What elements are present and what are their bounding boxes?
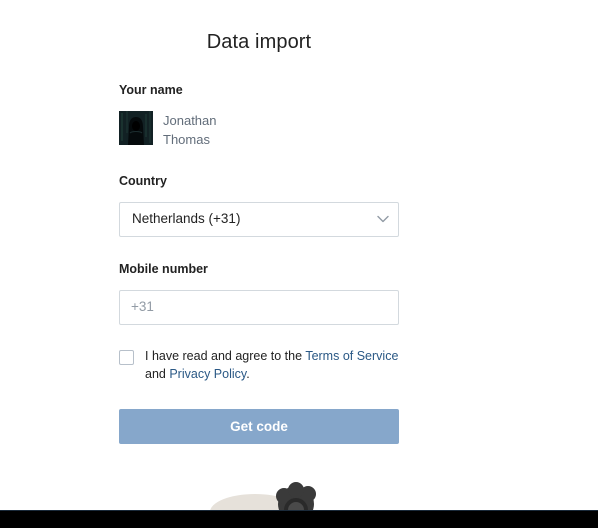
decorative-illustration-icon bbox=[210, 482, 316, 510]
mobile-number-input[interactable] bbox=[131, 299, 381, 314]
country-label: Country bbox=[119, 174, 167, 188]
agreement-text: I have read and agree to the Terms of Se… bbox=[145, 347, 425, 383]
avatar bbox=[119, 111, 153, 145]
your-name-label: Your name bbox=[119, 83, 183, 97]
agree-checkbox[interactable] bbox=[119, 350, 134, 365]
first-name: Jonathan bbox=[163, 113, 217, 128]
hooded-figure-icon bbox=[119, 111, 153, 145]
get-code-button[interactable]: Get code bbox=[119, 409, 399, 444]
chevron-down-icon bbox=[377, 215, 389, 223]
profile-name: Jonathan Thomas bbox=[163, 111, 217, 149]
illustration bbox=[210, 480, 340, 510]
privacy-policy-link[interactable]: Privacy Policy bbox=[169, 367, 246, 381]
agreement-text-middle: and bbox=[145, 367, 166, 381]
taskbar bbox=[0, 510, 598, 528]
mobile-number-field[interactable] bbox=[119, 290, 399, 325]
agreement-text-before: I have read and agree to the bbox=[145, 349, 303, 363]
data-import-page: Data import Your name Jonathan Thomas Co… bbox=[0, 0, 598, 528]
last-name: Thomas bbox=[163, 132, 210, 147]
mobile-number-label: Mobile number bbox=[119, 262, 208, 276]
terms-of-service-link[interactable]: Terms of Service bbox=[305, 349, 398, 363]
page-title: Data import bbox=[206, 31, 312, 53]
country-select[interactable]: Netherlands (+31) bbox=[119, 202, 399, 237]
agreement-text-after: . bbox=[246, 367, 250, 381]
country-select-value: Netherlands (+31) bbox=[132, 211, 241, 226]
